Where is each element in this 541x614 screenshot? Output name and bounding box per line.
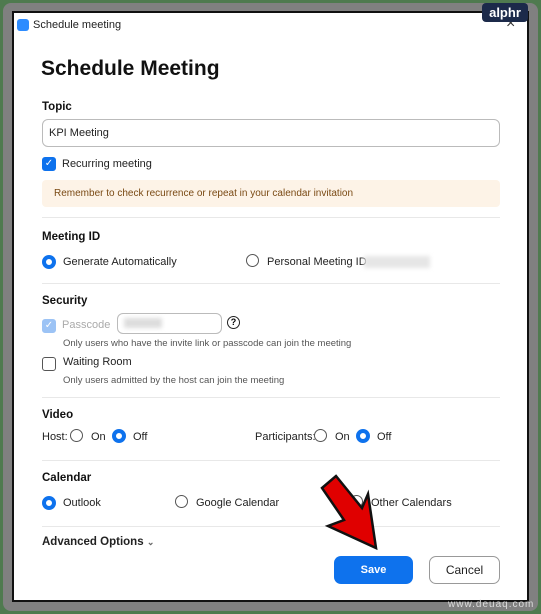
video-label: Video <box>42 409 74 421</box>
divider <box>42 397 500 398</box>
schedule-meeting-window: Schedule meeting × Schedule Meeting Topi… <box>12 11 529 602</box>
radio-personal-meeting-id[interactable] <box>246 254 259 267</box>
blurred-id <box>364 256 430 268</box>
advanced-options-label: Advanced Options <box>42 536 144 548</box>
host-on-label: On <box>91 431 106 443</box>
divider <box>42 460 500 461</box>
radio-host-on[interactable] <box>70 429 83 442</box>
host-off-label: Off <box>133 431 148 443</box>
radio-participants-on[interactable] <box>314 429 327 442</box>
meeting-id-label: Meeting ID <box>42 231 101 243</box>
radio-participants-off[interactable] <box>356 429 370 443</box>
waiting-room-description: Only users admitted by the host can join… <box>63 375 285 386</box>
waiting-room-checkbox[interactable] <box>42 357 56 371</box>
participants-label: Participants: <box>255 431 316 443</box>
divider <box>42 217 500 218</box>
topic-value: KPI Meeting <box>49 127 109 139</box>
passcode-label: Passcode <box>62 319 111 331</box>
passcode-input[interactable] <box>117 313 222 334</box>
calendar-label: Calendar <box>42 472 92 484</box>
recurring-checkbox[interactable]: ✓ <box>42 157 56 171</box>
divider <box>42 283 500 284</box>
radio-google-calendar[interactable] <box>175 495 188 508</box>
security-label: Security <box>42 295 88 307</box>
alphr-watermark: alphr <box>482 3 528 22</box>
page-title: Schedule Meeting <box>41 57 220 80</box>
chevron-down-icon: ⌄ <box>146 537 155 547</box>
red-arrow-annotation <box>320 474 378 551</box>
advanced-options-toggle[interactable]: Advanced Options ⌄ <box>42 536 154 548</box>
generate-automatically-label: Generate Automatically <box>63 256 177 268</box>
site-watermark: www.deuaq.com <box>448 599 535 610</box>
radio-outlook[interactable] <box>42 496 56 510</box>
recurring-label: Recurring meeting <box>62 158 152 170</box>
zoom-app-icon <box>17 19 29 31</box>
save-button[interactable]: Save <box>334 556 413 584</box>
personal-meeting-id-label: Personal Meeting ID <box>267 256 367 268</box>
radio-host-off[interactable] <box>112 429 126 443</box>
passcode-checkbox[interactable]: ✓ <box>42 319 56 333</box>
google-calendar-label: Google Calendar <box>196 497 280 509</box>
help-icon[interactable]: ? <box>227 316 240 329</box>
window-title: Schedule meeting <box>33 19 122 31</box>
participants-off-label: Off <box>377 431 392 443</box>
participants-on-label: On <box>335 431 350 443</box>
notice-text: Remember to check recurrence or repeat i… <box>54 188 354 199</box>
cancel-button[interactable]: Cancel <box>429 556 500 584</box>
host-label: Host: <box>42 431 68 443</box>
recurrence-notice: Remember to check recurrence or repeat i… <box>42 180 500 207</box>
outlook-label: Outlook <box>63 497 101 509</box>
radio-generate-automatically[interactable] <box>42 255 56 269</box>
other-calendars-label: Other Calendars <box>371 497 452 509</box>
topic-label: Topic <box>42 101 72 113</box>
topic-input[interactable]: KPI Meeting <box>42 119 500 147</box>
passcode-description: Only users who have the invite link or p… <box>63 338 352 349</box>
divider <box>42 526 500 527</box>
waiting-room-label: Waiting Room <box>63 356 132 368</box>
